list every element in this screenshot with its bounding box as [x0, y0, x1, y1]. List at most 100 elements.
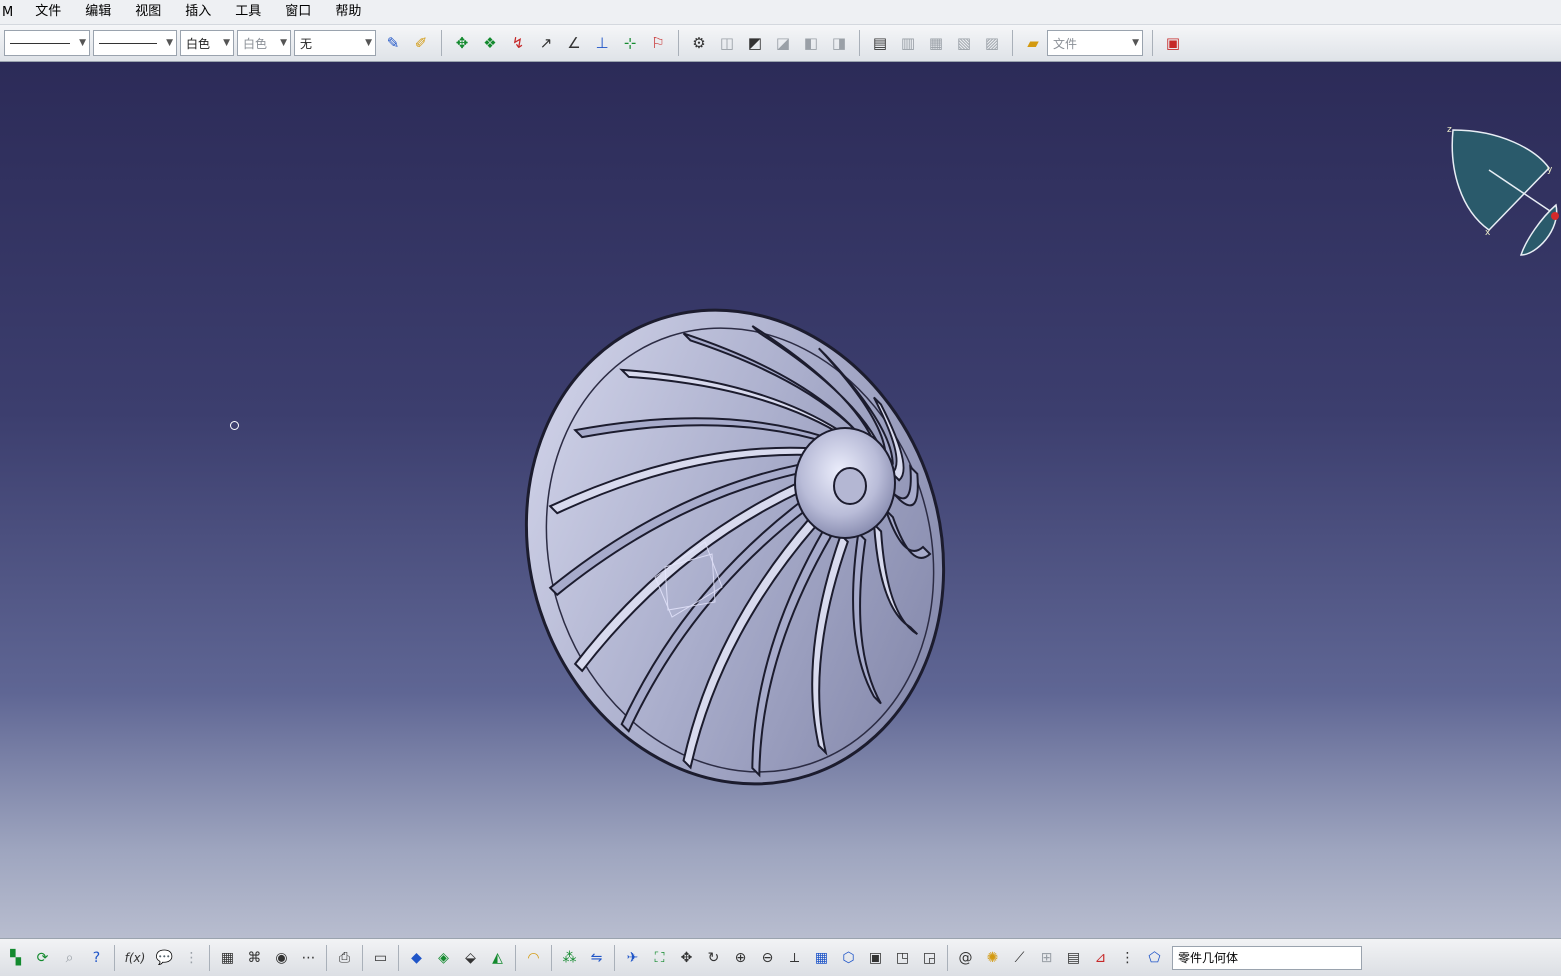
- fillet-icon[interactable]: ◠: [521, 945, 546, 971]
- split-icon[interactable]: ⟋: [1007, 945, 1032, 971]
- catalog-icon[interactable]: ▤: [867, 30, 893, 56]
- move-icon[interactable]: ✥: [449, 30, 475, 56]
- pad-icon[interactable]: ◆: [404, 945, 429, 971]
- body-icon[interactable]: ⬠: [1142, 945, 1167, 971]
- measure-icon[interactable]: ↗: [533, 30, 559, 56]
- shaft-icon[interactable]: ⬙: [458, 945, 483, 971]
- compass-red-dot: [1551, 212, 1559, 220]
- multi-view-icon[interactable]: ▦: [809, 945, 834, 971]
- chamfer-icon[interactable]: ⋮: [1115, 945, 1140, 971]
- menu-edit[interactable]: 编辑: [73, 0, 123, 24]
- pan-icon[interactable]: ✥: [674, 945, 699, 971]
- draft-icon[interactable]: ⊿: [1088, 945, 1113, 971]
- table-icon[interactable]: ▦: [215, 945, 240, 971]
- search-icon[interactable]: ⌕: [57, 945, 82, 971]
- menu-bar: M 文件 编辑 视图 插入 工具 窗口 帮助: [0, 0, 1561, 25]
- layer-combo[interactable]: 无 ▼: [294, 30, 376, 56]
- chevron-down-icon: ▼: [280, 38, 287, 48]
- axis-system-icon[interactable]: ⊹: [617, 30, 643, 56]
- layer-filter-icon[interactable]: ◧: [798, 30, 824, 56]
- toolbar-separator: [859, 30, 860, 56]
- knowledge-icon[interactable]: ⋮: [179, 945, 204, 971]
- toolbar-separator: [1152, 30, 1153, 56]
- pocket-icon[interactable]: ◈: [431, 945, 456, 971]
- thickness-icon[interactable]: ▤: [1061, 945, 1086, 971]
- properties-icon[interactable]: ◨: [826, 30, 852, 56]
- compass-axis-x-label: x: [1485, 228, 1491, 238]
- menu-tools[interactable]: 工具: [223, 0, 273, 24]
- format-painter-icon[interactable]: ✐: [408, 30, 434, 56]
- lineweight-combo[interactable]: ▼: [93, 30, 177, 56]
- formula-icon[interactable]: f(x): [120, 945, 150, 971]
- toolbar-separator: [326, 944, 327, 971]
- normal-view-icon[interactable]: ⟂: [782, 945, 807, 971]
- angle-icon[interactable]: ∠: [561, 30, 587, 56]
- comment-icon[interactable]: 💬: [152, 945, 177, 971]
- bottom-toolbar: ▚ ⟳ ⌕ ? f(x) 💬 ⋮ ▦ ⌘ ◉ ⋯ ⎙ ▭ ◆ ◈ ⬙ ◭ ◠ ⁂…: [0, 938, 1561, 976]
- toolbar-separator: [515, 944, 516, 971]
- capture-icon[interactable]: ▭: [368, 945, 393, 971]
- workbench-icon[interactable]: ▣: [1160, 30, 1186, 56]
- tree-icon[interactable]: ⌘: [242, 945, 267, 971]
- pattern-icon[interactable]: ⁂: [557, 945, 582, 971]
- boolean-icon[interactable]: ⊞: [1034, 945, 1059, 971]
- menu-view[interactable]: 视图: [123, 0, 173, 24]
- spiral-icon[interactable]: @: [953, 945, 978, 971]
- hide-icon[interactable]: ◳: [890, 945, 915, 971]
- filter-icon[interactable]: ◪: [770, 30, 796, 56]
- macro-icon[interactable]: ◉: [269, 945, 294, 971]
- groove-icon[interactable]: ◭: [485, 945, 510, 971]
- body-selector[interactable]: 零件几何体: [1172, 945, 1362, 970]
- fly-mode-icon[interactable]: ✈: [620, 945, 645, 971]
- align-icon[interactable]: ⊥: [589, 30, 615, 56]
- folder-open-icon[interactable]: ▰: [1020, 30, 1046, 56]
- zoom-out-icon[interactable]: ⊖: [755, 945, 780, 971]
- color-combo[interactable]: 白色 ▼: [180, 30, 234, 56]
- print-icon[interactable]: ⎙: [332, 945, 357, 971]
- fit-all-icon[interactable]: ⛶: [647, 945, 672, 971]
- compass-widget[interactable]: y x z: [1441, 120, 1561, 270]
- rotate-icon[interactable]: ↻: [701, 945, 726, 971]
- cursor-icon: [230, 421, 239, 430]
- help-icon[interactable]: ?: [84, 945, 109, 971]
- toolbar-separator: [614, 944, 615, 971]
- zoom-in-icon[interactable]: ⊕: [728, 945, 753, 971]
- chevron-down-icon: ▼: [365, 38, 372, 48]
- menu-help[interactable]: 帮助: [323, 0, 373, 24]
- ungroup-icon[interactable]: ▧: [951, 30, 977, 56]
- menu-insert[interactable]: 插入: [173, 0, 223, 24]
- file-combo[interactable]: 文件 ▼: [1047, 30, 1143, 56]
- 3d-viewport[interactable]: y x z: [0, 62, 1561, 938]
- iso-view-icon[interactable]: ⬡: [836, 945, 861, 971]
- group-icon[interactable]: ▦: [923, 30, 949, 56]
- shading-icon[interactable]: ▣: [863, 945, 888, 971]
- app-menu[interactable]: M: [0, 5, 23, 20]
- impeller-model[interactable]: [0, 62, 1561, 938]
- select-icon[interactable]: ▥: [895, 30, 921, 56]
- swap-visible-space-icon[interactable]: ◩: [742, 30, 768, 56]
- layer-color-combo-value: 白色: [243, 36, 268, 51]
- snap-icon[interactable]: ↯: [505, 30, 531, 56]
- toolbar-separator: [947, 944, 948, 971]
- toolbar-separator: [362, 944, 363, 971]
- linetype-combo[interactable]: ▼: [4, 30, 90, 56]
- chevron-down-icon: ▼: [223, 38, 230, 48]
- paint-brush-icon[interactable]: ✎: [380, 30, 406, 56]
- toolbar-separator: [551, 944, 552, 971]
- layer-color-combo[interactable]: 白色 ▼: [237, 30, 291, 56]
- sketch-icon[interactable]: ▚: [3, 945, 28, 971]
- constraint-icon[interactable]: ⚐: [645, 30, 671, 56]
- lock-icon[interactable]: ▨: [979, 30, 1005, 56]
- swap-space-icon[interactable]: ◲: [917, 945, 942, 971]
- update-icon[interactable]: ⟳: [30, 945, 55, 971]
- hide-show-icon[interactable]: ◫: [714, 30, 740, 56]
- rotate-move-icon[interactable]: ❖: [477, 30, 503, 56]
- menu-file[interactable]: 文件: [23, 0, 73, 24]
- menu-window[interactable]: 窗口: [273, 0, 323, 24]
- apply-material-icon[interactable]: ⚙: [686, 30, 712, 56]
- toolbar-separator: [398, 944, 399, 971]
- color-combo-value: 白色: [186, 36, 211, 51]
- law-icon[interactable]: ⋯: [296, 945, 321, 971]
- mirror-icon[interactable]: ⇋: [584, 945, 609, 971]
- render-icon[interactable]: ✺: [980, 945, 1005, 971]
